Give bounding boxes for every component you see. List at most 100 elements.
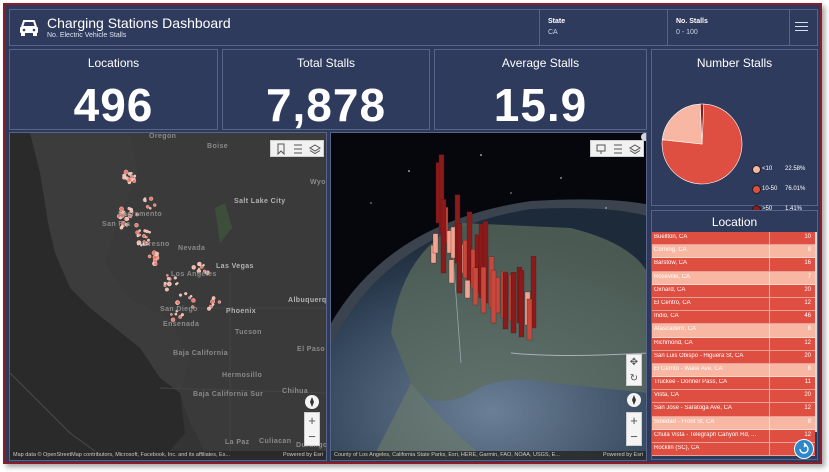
station-marker[interactable]	[144, 199, 147, 203]
table-row[interactable]: El Centro, CA 12	[652, 297, 815, 312]
compass-icon[interactable]	[627, 393, 641, 407]
table-row[interactable]: San Luis Obispo - Higuera St, CA 20	[652, 350, 815, 364]
zoom-out-button[interactable]: −	[305, 429, 319, 445]
station-marker[interactable]	[130, 171, 133, 175]
station-marker[interactable]	[170, 313, 173, 316]
zoom-out-button[interactable]: −	[627, 429, 641, 445]
station-marker[interactable]	[145, 229, 149, 234]
station-marker[interactable]	[133, 174, 137, 178]
state-filter[interactable]: State CA	[539, 10, 667, 45]
station-marker[interactable]	[207, 306, 211, 311]
stall-bar-3d[interactable]	[432, 233, 439, 254]
station-marker[interactable]	[138, 229, 141, 232]
station-marker[interactable]	[211, 296, 216, 300]
station-marker[interactable]	[154, 251, 159, 256]
station-marker[interactable]	[149, 207, 152, 210]
table-row[interactable]: Indio, CA 46	[652, 311, 815, 325]
station-marker[interactable]	[210, 299, 215, 304]
station-marker[interactable]	[142, 234, 146, 238]
rotate-icon[interactable]: ↻	[627, 371, 641, 387]
table-row[interactable]: Soledad - Front St, CA 8	[652, 416, 815, 430]
station-marker[interactable]	[175, 282, 178, 286]
table-row[interactable]: Oxnard, CA 20	[652, 284, 815, 298]
location-scrollbar[interactable]	[815, 232, 817, 432]
pie-slice-0[interactable]	[661, 103, 703, 145]
hamburger-menu-icon[interactable]	[795, 22, 808, 33]
station-marker[interactable]	[123, 169, 129, 175]
station-marker[interactable]	[178, 315, 183, 319]
legend-list-icon[interactable]	[611, 142, 625, 156]
station-marker[interactable]	[217, 300, 222, 304]
stall-bar-3d[interactable]	[456, 223, 463, 294]
zoom-in-button[interactable]: +	[305, 413, 319, 429]
station-marker[interactable]	[153, 261, 158, 266]
stall-bar-3d[interactable]	[526, 298, 533, 341]
stalls-filter[interactable]: No. Stalls 0 - 100	[667, 10, 789, 45]
info-icon[interactable]	[641, 133, 646, 141]
station-marker[interactable]	[147, 254, 152, 259]
station-marker[interactable]	[145, 205, 150, 209]
table-row[interactable]: Vista, CA 20	[652, 390, 815, 404]
slides-icon[interactable]	[594, 142, 608, 156]
station-marker[interactable]	[134, 223, 139, 228]
map-2d-powered-by[interactable]: Powered by Esri	[283, 451, 323, 460]
pie-chart[interactable]	[660, 102, 744, 186]
station-marker[interactable]	[166, 276, 171, 281]
stall-bar-3d[interactable]	[464, 280, 471, 299]
station-marker[interactable]	[191, 265, 196, 270]
station-marker[interactable]	[211, 303, 215, 306]
table-row[interactable]: Atascadero, CA 8	[652, 324, 815, 338]
legend-item[interactable]: 10-50 76.01%	[752, 183, 820, 203]
station-marker[interactable]	[164, 287, 169, 292]
station-marker[interactable]	[174, 312, 178, 316]
legend-item[interactable]: <10 22.58%	[752, 163, 820, 183]
station-marker[interactable]	[140, 244, 143, 247]
station-marker[interactable]	[202, 263, 205, 267]
pan-icon[interactable]: ✥	[627, 355, 641, 371]
station-marker[interactable]	[163, 284, 167, 287]
table-row[interactable]: Rocklin (SC), CA6	[652, 443, 815, 457]
station-marker[interactable]	[166, 281, 172, 287]
table-row[interactable]: Chula Vista - Telegraph Canyon Rd, ... 12	[652, 429, 815, 443]
station-marker[interactable]	[166, 274, 169, 277]
stall-bar-3d[interactable]	[480, 266, 487, 314]
stall-bar-3d[interactable]	[502, 272, 509, 330]
refresh-button[interactable]	[794, 439, 814, 459]
station-marker[interactable]	[178, 293, 183, 297]
legend-list-icon[interactable]	[291, 142, 305, 156]
layers-icon[interactable]	[628, 142, 642, 156]
station-marker[interactable]	[143, 197, 147, 201]
stall-bar-3d[interactable]	[472, 267, 479, 306]
station-marker[interactable]	[149, 196, 154, 201]
table-row[interactable]: El Cerrito - Wake Ave, CA 8	[652, 363, 815, 378]
station-marker[interactable]	[126, 177, 132, 183]
station-marker[interactable]	[197, 263, 200, 266]
table-row[interactable]: Richmond, CA 12	[652, 337, 815, 351]
table-row[interactable]: Truckee - Donner Pass, CA 11	[652, 377, 815, 391]
table-row[interactable]: Buellton, CA 10	[652, 232, 815, 246]
station-marker[interactable]	[148, 230, 151, 234]
station-marker[interactable]	[136, 242, 140, 246]
station-marker[interactable]	[153, 203, 157, 207]
layers-icon[interactable]	[308, 142, 322, 156]
table-row[interactable]: Roseville, CA 7	[652, 271, 815, 285]
station-marker[interactable]	[175, 300, 180, 305]
map-2d[interactable]: Oregon Boise Wyomi Salt Lake City San Fra Sac…	[9, 132, 327, 461]
station-marker[interactable]	[191, 298, 196, 303]
stall-bar-3d[interactable]	[440, 199, 447, 274]
stall-bar-3d[interactable]	[490, 269, 497, 324]
station-marker[interactable]	[122, 173, 127, 178]
station-marker[interactable]	[127, 206, 131, 211]
compass-icon[interactable]	[305, 395, 319, 409]
station-marker[interactable]	[132, 179, 137, 183]
table-row[interactable]: Barstow, CA 16	[652, 258, 815, 272]
zoom-in-button[interactable]: +	[627, 413, 641, 429]
scene-powered-by[interactable]: Powered by Esri	[603, 451, 643, 460]
stall-bar-3d[interactable]	[510, 272, 517, 334]
station-marker[interactable]	[130, 174, 134, 178]
stall-bar-3d[interactable]	[448, 259, 455, 284]
station-marker[interactable]	[189, 294, 193, 298]
station-marker[interactable]	[138, 233, 142, 237]
station-marker[interactable]	[152, 255, 158, 260]
bookmark-icon[interactable]	[274, 142, 288, 156]
